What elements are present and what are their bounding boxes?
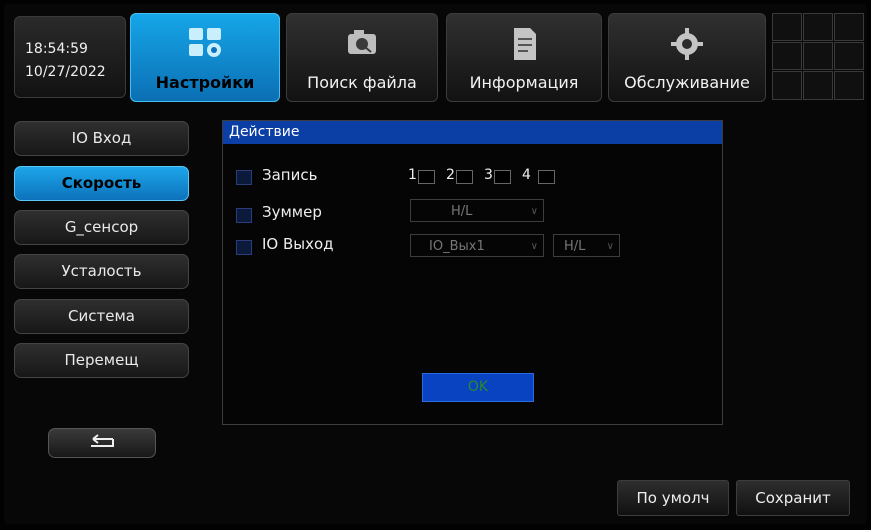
channel-4-label: 4 bbox=[522, 167, 531, 183]
back-button[interactable] bbox=[48, 428, 156, 458]
default-button[interactable]: По умолч bbox=[617, 480, 729, 516]
clock-date: 10/27/2022 bbox=[25, 64, 106, 80]
channel-4-checkbox[interactable] bbox=[538, 170, 555, 184]
tab-label: Поиск файла bbox=[307, 73, 417, 92]
save-button[interactable]: Сохранит bbox=[736, 480, 850, 516]
io-output-select[interactable]: IO_Вых1 ∨ bbox=[410, 234, 544, 257]
sidebar-item-io-input[interactable]: IO Вход bbox=[14, 121, 189, 156]
clock-time: 18:54:59 bbox=[25, 41, 88, 57]
return-arrow-icon bbox=[91, 434, 114, 447]
channel-2-checkbox[interactable] bbox=[456, 170, 473, 184]
record-checkbox[interactable] bbox=[236, 170, 252, 185]
camera-search-icon bbox=[348, 30, 376, 54]
dvr-screen: 18:54:59 10/27/2022 Настройки Поиск файл… bbox=[0, 0, 871, 530]
sidebar-item-fatigue[interactable]: Усталость bbox=[14, 254, 189, 289]
sidebar-item-motion[interactable]: Перемещ bbox=[14, 343, 189, 378]
buzzer-label: Зуммер bbox=[262, 203, 322, 221]
tab-maintenance[interactable]: Обслуживание bbox=[608, 13, 766, 102]
io-output-checkbox[interactable] bbox=[236, 240, 252, 255]
tab-label: Информация bbox=[469, 73, 579, 92]
io-level-select[interactable]: H/L ∨ bbox=[553, 234, 620, 257]
channel-2-label: 2 bbox=[446, 167, 455, 183]
tab-label: Настройки bbox=[155, 73, 255, 92]
channel-grid-decoration bbox=[772, 13, 864, 100]
buzzer-select-value: H/L bbox=[451, 204, 473, 219]
io-output-select-value: IO_Вых1 bbox=[429, 239, 485, 254]
chevron-down-icon: ∨ bbox=[530, 206, 538, 217]
sidebar-item-system[interactable]: Система bbox=[14, 299, 189, 334]
channel-1-checkbox[interactable] bbox=[418, 170, 435, 184]
chevron-down-icon: ∨ bbox=[606, 241, 614, 252]
record-label: Запись bbox=[262, 166, 318, 184]
tab-file-search[interactable]: Поиск файла bbox=[286, 13, 438, 102]
settings-icon bbox=[189, 28, 221, 57]
tab-information[interactable]: Информация bbox=[446, 13, 602, 102]
clock-display: 18:54:59 10/27/2022 bbox=[14, 16, 126, 98]
chevron-down-icon: ∨ bbox=[530, 241, 538, 252]
channel-3-label: 3 bbox=[484, 167, 493, 183]
tab-label: Обслуживание bbox=[624, 73, 750, 92]
sidebar-item-speed[interactable]: Скорость bbox=[14, 166, 189, 201]
io-level-select-value: H/L bbox=[564, 239, 586, 254]
tab-settings[interactable]: Настройки bbox=[130, 13, 280, 102]
sidebar-item-g-sensor[interactable]: G_сенсор bbox=[14, 210, 189, 245]
channel-1-label: 1 bbox=[408, 167, 417, 183]
ok-button[interactable]: OK bbox=[422, 373, 534, 402]
gear-icon bbox=[671, 28, 703, 60]
buzzer-checkbox[interactable] bbox=[236, 208, 252, 223]
io-output-label: IO Выход bbox=[262, 235, 334, 253]
buzzer-select[interactable]: H/L ∨ bbox=[410, 199, 544, 222]
document-icon bbox=[514, 28, 536, 60]
panel-title: Действие bbox=[223, 121, 722, 144]
channel-3-checkbox[interactable] bbox=[494, 170, 511, 184]
